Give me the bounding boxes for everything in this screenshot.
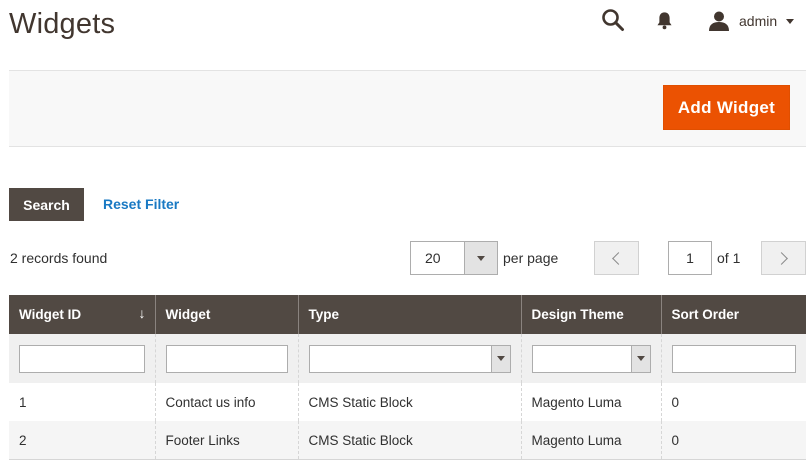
filter-cell — [297, 334, 521, 383]
column-header-label: Sort Order — [671, 307, 740, 322]
chevron-down-icon — [496, 356, 505, 361]
column-header-label: Widget ID — [19, 307, 82, 322]
page-title: Widgets — [9, 8, 116, 40]
cell-widget: Contact us info — [154, 383, 298, 421]
filter-cell — [9, 334, 155, 383]
cell-design-theme: Magento Luma — [520, 383, 661, 421]
bell-icon[interactable] — [655, 11, 674, 30]
reset-filter-link[interactable]: Reset Filter — [103, 196, 179, 212]
filter-cell — [520, 334, 661, 383]
search-button[interactable]: Search — [9, 188, 84, 221]
per-page-select[interactable]: 20 — [410, 241, 498, 275]
per-page-value: 20 — [425, 250, 441, 266]
cell-type: CMS Static Block — [297, 383, 521, 421]
chevron-down-icon — [477, 255, 485, 261]
widgets-grid: Widget ID ↓ Widget Type Design Theme Sor… — [9, 295, 806, 459]
chevron-right-icon — [775, 251, 788, 265]
column-header-label: Design Theme — [531, 307, 624, 322]
add-widget-button[interactable]: Add Widget — [663, 85, 790, 130]
previous-page-button[interactable] — [594, 241, 639, 275]
column-header-label: Type — [308, 307, 340, 322]
table-row[interactable]: 2 Footer Links CMS Static Block Magento … — [9, 421, 806, 459]
sort-descending-icon: ↓ — [138, 305, 146, 321]
cell-sort-order: 0 — [660, 383, 806, 421]
select-toggle — [490, 345, 510, 372]
page-number-input[interactable]: 1 — [668, 241, 712, 275]
grid-header-row: Widget ID ↓ Widget Type Design Theme Sor… — [9, 295, 806, 334]
filter-cell — [154, 334, 298, 383]
column-header-design-theme[interactable]: Design Theme — [520, 295, 661, 334]
cell-widget-id: 1 — [9, 383, 155, 421]
widget-id-filter-input[interactable] — [19, 344, 145, 373]
column-header-sort-order[interactable]: Sort Order — [660, 295, 806, 334]
column-header-widget-id[interactable]: Widget ID ↓ — [9, 295, 155, 334]
user-name: admin — [739, 13, 778, 29]
chevron-left-icon — [612, 251, 625, 265]
filter-cell — [660, 334, 806, 383]
filter-row — [9, 334, 806, 383]
select-toggle — [630, 345, 650, 372]
column-header-label: Widget — [165, 307, 211, 322]
user-icon — [709, 11, 729, 31]
widget-filter-input[interactable] — [165, 344, 288, 373]
next-page-button[interactable] — [761, 241, 806, 275]
records-count: 2 records found — [10, 250, 108, 266]
column-header-widget[interactable]: Widget — [154, 295, 298, 334]
grid-bottom-divider — [9, 459, 806, 460]
cell-sort-order: 0 — [660, 421, 806, 459]
sort-order-filter-input[interactable] — [671, 344, 796, 373]
cell-widget: Footer Links — [154, 421, 298, 459]
column-header-type[interactable]: Type — [297, 295, 521, 334]
per-page-label: per page — [503, 250, 559, 266]
design-theme-filter-select[interactable] — [531, 344, 651, 373]
cell-widget-id: 2 — [9, 421, 155, 459]
user-menu[interactable]: admin — [708, 8, 795, 34]
cell-design-theme: Magento Luma — [520, 421, 661, 459]
chevron-down-icon — [636, 356, 645, 361]
total-pages-label: of 1 — [717, 250, 741, 266]
chevron-down-icon — [786, 18, 795, 24]
cell-type: CMS Static Block — [297, 421, 521, 459]
per-page-toggle[interactable] — [464, 242, 497, 274]
search-icon[interactable] — [601, 8, 625, 32]
type-filter-select[interactable] — [308, 344, 511, 373]
table-row[interactable]: 1 Contact us info CMS Static Block Magen… — [9, 383, 806, 421]
